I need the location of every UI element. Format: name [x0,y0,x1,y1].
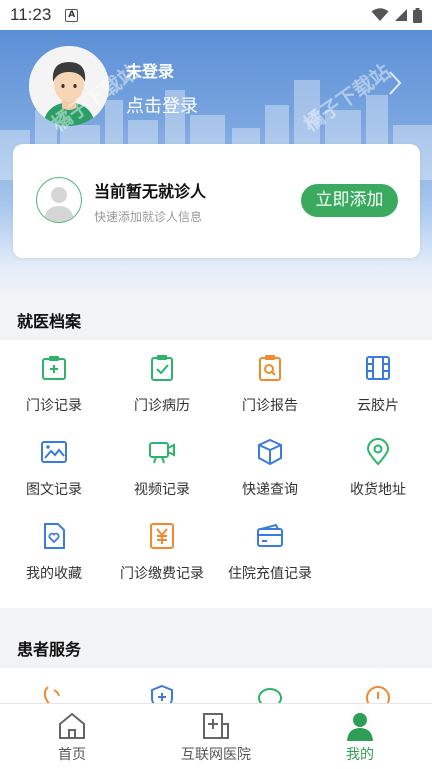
add-patient-button[interactable]: 立即添加 [301,184,398,217]
grid-item-inpatient-topup[interactable]: 住院充值记录 [216,508,324,592]
video-camera-icon [149,442,175,464]
grid-item-label: 收货地址 [350,482,406,498]
grid-item-medical-history[interactable]: 门诊病历 [108,340,216,424]
wallet-card-icon [257,523,283,547]
person-placeholder-icon [44,187,74,222]
film-icon [366,356,390,380]
grid-item-label: 住院充值记录 [228,566,312,582]
grid-item-label: 门诊缴费记录 [120,566,204,582]
grid-item-image-records[interactable]: 图文记录 [0,424,108,508]
nav-item-home[interactable]: 首页 [0,704,144,769]
records-grid: 门诊记录 门诊病历 门诊报告 云胶片 图文记录 视频记录 快递查询 收货地址 我… [0,340,432,608]
grid-item-label: 图文记录 [26,482,82,498]
user-icon [347,713,373,741]
clipboard-plus-icon [42,356,66,380]
nav-item-mine[interactable]: 我的 [288,704,432,769]
grid-item-label: 门诊病历 [134,398,190,414]
nav-label: 互联网医院 [181,747,251,763]
clipboard-check-icon [151,355,173,381]
status-bar: 11:23 A [0,0,432,30]
patient-avatar [36,177,82,223]
patient-card-title: 当前暂无就诊人 [94,182,207,201]
location-pin-icon [366,438,390,466]
section-title-records: 就医档案 [17,312,82,331]
nav-label: 首页 [58,747,86,763]
bottom-navigation: 首页 互联网医院 我的 [0,703,432,769]
home-icon [59,712,85,739]
grid-item-outpatient-report[interactable]: 门诊报告 [216,340,324,424]
grid-item-label: 我的收藏 [26,566,82,582]
hospital-icon [203,713,229,739]
notification-a-icon: A [65,8,79,22]
grid-item-outpatient-payment[interactable]: 门诊缴费记录 [108,508,216,592]
yen-receipt-icon [150,523,174,549]
grid-item-label: 门诊报告 [242,398,298,414]
nav-label: 我的 [346,747,374,763]
patient-card: 当前暂无就诊人 快速添加就诊人信息 立即添加 [13,144,420,258]
clipboard-search-icon [259,355,281,381]
package-icon [258,438,282,466]
image-icon [41,441,67,463]
grid-item-express-query[interactable]: 快递查询 [216,424,324,508]
login-link[interactable]: 点击登录 [126,92,198,118]
grid-item-shipping-address[interactable]: 收货地址 [324,424,432,508]
grid-item-label: 视频记录 [134,482,190,498]
grid-item-label: 门诊记录 [26,398,82,414]
patient-card-subtitle: 快速添加就诊人信息 [94,210,203,224]
section-title-services: 患者服务 [17,640,82,659]
nav-item-internet-hospital[interactable]: 互联网医院 [144,704,288,769]
signal-icon [395,9,407,21]
grid-item-label: 快递查询 [242,482,298,498]
grid-item-outpatient-records[interactable]: 门诊记录 [0,340,108,424]
grid-item-video-records[interactable]: 视频记录 [108,424,216,508]
services-grid [0,668,432,712]
heart-document-icon [44,523,65,549]
status-icons [371,7,422,23]
wifi-icon [371,8,389,21]
grid-item-favorites[interactable]: 我的收藏 [0,508,108,592]
battery-icon [413,7,422,23]
status-time: 11:23 [10,5,52,24]
grid-item-label: 云胶片 [357,398,399,414]
grid-item-cloud-film[interactable]: 云胶片 [324,340,432,424]
